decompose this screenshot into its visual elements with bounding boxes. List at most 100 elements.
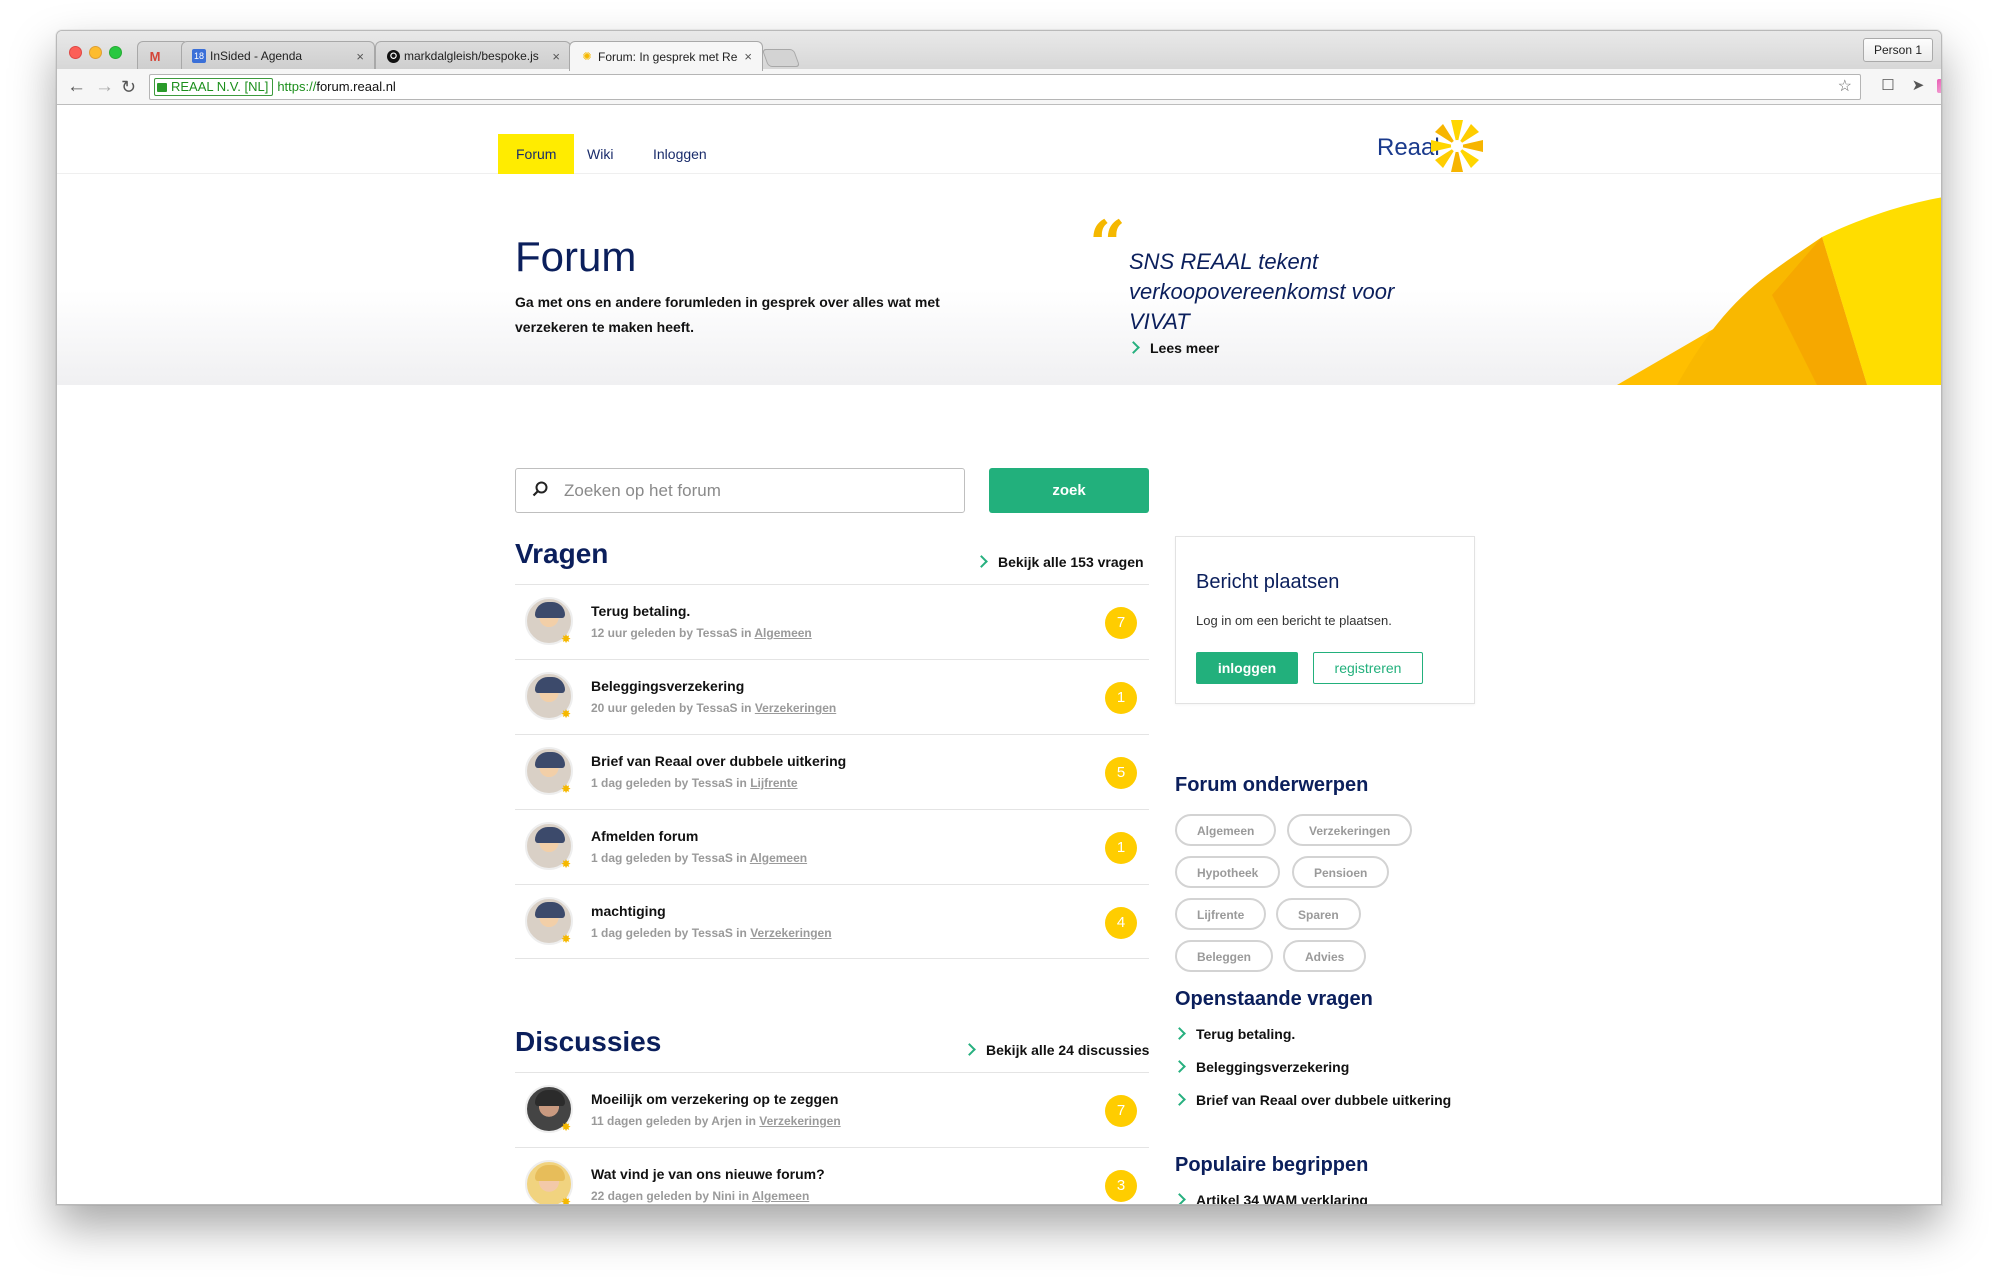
- topic-tag-sparen[interactable]: Sparen: [1276, 898, 1361, 930]
- extension-color-icon[interactable]: [1937, 79, 1941, 93]
- nav-forum[interactable]: Forum: [498, 134, 575, 174]
- news-quote: SNS REAAL tekent verkoopovereenkomst voo…: [1129, 249, 1395, 334]
- section-title-discussies: Discussies: [515, 1026, 662, 1057]
- reply-count-badge: 1: [1105, 832, 1137, 864]
- category-link[interactable]: Algemeen: [752, 1189, 809, 1203]
- register-button[interactable]: registreren: [1313, 652, 1423, 684]
- item-meta: 20 uur geleden by TessaS in Verzekeringe…: [591, 701, 837, 715]
- avatar: ✸: [525, 1160, 573, 1205]
- item-title[interactable]: Wat vind je van ons nieuwe forum?: [591, 1166, 825, 1182]
- post-message-box: Bericht plaatsen Log in om een bericht t…: [1175, 536, 1475, 704]
- category-link[interactable]: Algemeen: [750, 851, 807, 865]
- star-icon: ✸: [561, 707, 572, 721]
- nav-inloggen[interactable]: Inloggen: [635, 134, 725, 174]
- category-link[interactable]: Verzekeringen: [759, 1114, 840, 1128]
- item-meta: 1 dag geleden by TessaS in Algemeen: [591, 851, 808, 865]
- chevron-right-icon: [1127, 341, 1140, 354]
- login-button[interactable]: inloggen: [1196, 652, 1298, 684]
- extension-square-icon[interactable]: ☐: [1879, 77, 1897, 95]
- avatar: ✸: [525, 822, 573, 870]
- item-meta: 1 dag geleden by TessaS in Verzekeringen: [591, 926, 832, 940]
- post-box-text: Log in om een bericht te plaatsen.: [1196, 613, 1392, 628]
- tab-agenda[interactable]: 18 InSided - Agenda ×: [181, 41, 375, 70]
- sunburst-decoration: [1617, 197, 1941, 385]
- url-host: forum.reaal.nl: [316, 79, 396, 94]
- list-item[interactable]: ✸ Wat vind je van ons nieuwe forum? 22 d…: [515, 1147, 1149, 1205]
- reaal-logo[interactable]: Reaal: [1377, 118, 1487, 172]
- close-window-button[interactable]: [69, 46, 82, 59]
- minimize-window-button[interactable]: [89, 46, 102, 59]
- view-all-questions-link[interactable]: Bekijk alle 153 vragen: [975, 554, 1144, 570]
- close-tab-icon[interactable]: ×: [552, 49, 560, 64]
- zoom-window-button[interactable]: [109, 46, 122, 59]
- chevron-right-icon: [963, 1043, 976, 1056]
- list-item[interactable]: ✸ Terug betaling. 12 uur geleden by Tess…: [515, 584, 1149, 659]
- list-item[interactable]: ✸ Beleggingsverzekering 20 uur geleden b…: [515, 659, 1149, 734]
- profile-button[interactable]: Person 1: [1862, 38, 1933, 62]
- hero-banner: Forum Ga met ons en andere forumleden in…: [57, 175, 1941, 385]
- tab-label: InSided - Agenda: [210, 49, 303, 63]
- page-subtitle: Ga met ons en andere forumleden in gespr…: [515, 294, 940, 335]
- item-title[interactable]: Terug betaling.: [591, 603, 690, 619]
- chevron-right-icon: [975, 555, 988, 568]
- ev-label: REAAL N.V. [NL]: [171, 79, 269, 94]
- item-title[interactable]: Brief van Reaal over dubbele uitkering: [591, 753, 846, 769]
- search-input[interactable]: [564, 469, 954, 512]
- open-question-link[interactable]: Beleggingsverzekering: [1173, 1059, 1349, 1075]
- topic-tag-pensioen[interactable]: Pensioen: [1292, 856, 1390, 888]
- list-item[interactable]: ✸ machtiging 1 dag geleden by TessaS in …: [515, 884, 1149, 959]
- avatar: ✸: [525, 897, 573, 945]
- search-field[interactable]: [515, 468, 965, 513]
- reply-count-badge: 7: [1105, 1095, 1137, 1127]
- item-title[interactable]: Beleggingsverzekering: [591, 678, 744, 694]
- star-icon: ✸: [561, 1195, 572, 1205]
- url-scheme: https://: [277, 79, 317, 94]
- topic-tag-hypotheek[interactable]: Hypotheek: [1175, 856, 1281, 888]
- bookmark-star-icon[interactable]: ☆: [1838, 75, 1852, 99]
- tab-github[interactable]: markdalgleish/bespoke.js ×: [375, 41, 571, 70]
- reload-icon[interactable]: ↻: [121, 75, 136, 99]
- list-item[interactable]: ✸ Afmelden forum 1 dag geleden by TessaS…: [515, 809, 1149, 884]
- reply-count-badge: 7: [1105, 607, 1137, 639]
- open-question-link[interactable]: Brief van Reaal over dubbele uitkering: [1173, 1092, 1451, 1108]
- open-question-link[interactable]: Terug betaling.: [1173, 1026, 1295, 1042]
- lock-icon: [157, 82, 167, 92]
- new-tab-button[interactable]: [761, 49, 801, 67]
- popular-term-link[interactable]: Artikel 34 WAM verklaring: [1173, 1192, 1368, 1204]
- quote-icon: “: [1089, 207, 1126, 282]
- topic-tag-verzekeringen[interactable]: Verzekeringen: [1287, 814, 1413, 846]
- item-title[interactable]: Moeilijk om verzekering op te zeggen: [591, 1091, 838, 1107]
- nav-wiki[interactable]: Wiki: [569, 134, 631, 174]
- avatar: ✸: [525, 672, 573, 720]
- close-tab-icon[interactable]: ×: [744, 49, 752, 64]
- category-link[interactable]: Algemeen: [754, 626, 811, 640]
- topic-tag-algemeen[interactable]: Algemeen: [1175, 814, 1277, 846]
- section-title-vragen: Vragen: [515, 538, 609, 569]
- category-link[interactable]: Verzekeringen: [755, 701, 836, 715]
- topic-tag-lijfrente[interactable]: Lijfrente: [1175, 898, 1267, 930]
- item-title[interactable]: Afmelden forum: [591, 828, 698, 844]
- reply-count-badge: 1: [1105, 682, 1137, 714]
- back-arrow-icon[interactable]: ←: [67, 75, 86, 99]
- item-meta: 22 dagen geleden by Nini in Algemeen: [591, 1189, 810, 1203]
- view-all-discussions-link[interactable]: Bekijk alle 24 discussies: [963, 1042, 1149, 1058]
- search-icon: [532, 481, 548, 497]
- close-tab-icon[interactable]: ×: [356, 49, 364, 64]
- topic-tag-beleggen[interactable]: Beleggen: [1175, 940, 1274, 972]
- read-more-link[interactable]: Lees meer: [1127, 340, 1219, 356]
- ev-certificate-badge[interactable]: REAAL N.V. [NL]: [154, 78, 274, 96]
- list-item[interactable]: ✸ Brief van Reaal over dubbele uitkering…: [515, 734, 1149, 809]
- topics-title: Forum onderwerpen: [1175, 774, 1369, 796]
- address-bar[interactable]: REAAL N.V. [NL] https://forum.reaal.nl ☆: [149, 74, 1861, 100]
- topic-tag-advies[interactable]: Advies: [1283, 940, 1367, 972]
- forward-arrow-icon[interactable]: →: [95, 75, 114, 99]
- category-link[interactable]: Verzekeringen: [750, 926, 831, 940]
- reply-count-badge: 3: [1105, 1170, 1137, 1202]
- extension-cursor-icon[interactable]: ➤: [1909, 77, 1927, 95]
- post-box-title: Bericht plaatsen: [1196, 571, 1340, 593]
- item-title[interactable]: machtiging: [591, 903, 666, 919]
- category-link[interactable]: Lijfrente: [750, 776, 797, 790]
- list-item[interactable]: ✸ Moeilijk om verzekering op te zeggen 1…: [515, 1072, 1149, 1147]
- tab-forum[interactable]: ✺ Forum: In gesprek met Rea ×: [569, 41, 763, 71]
- search-button[interactable]: zoek: [989, 468, 1149, 513]
